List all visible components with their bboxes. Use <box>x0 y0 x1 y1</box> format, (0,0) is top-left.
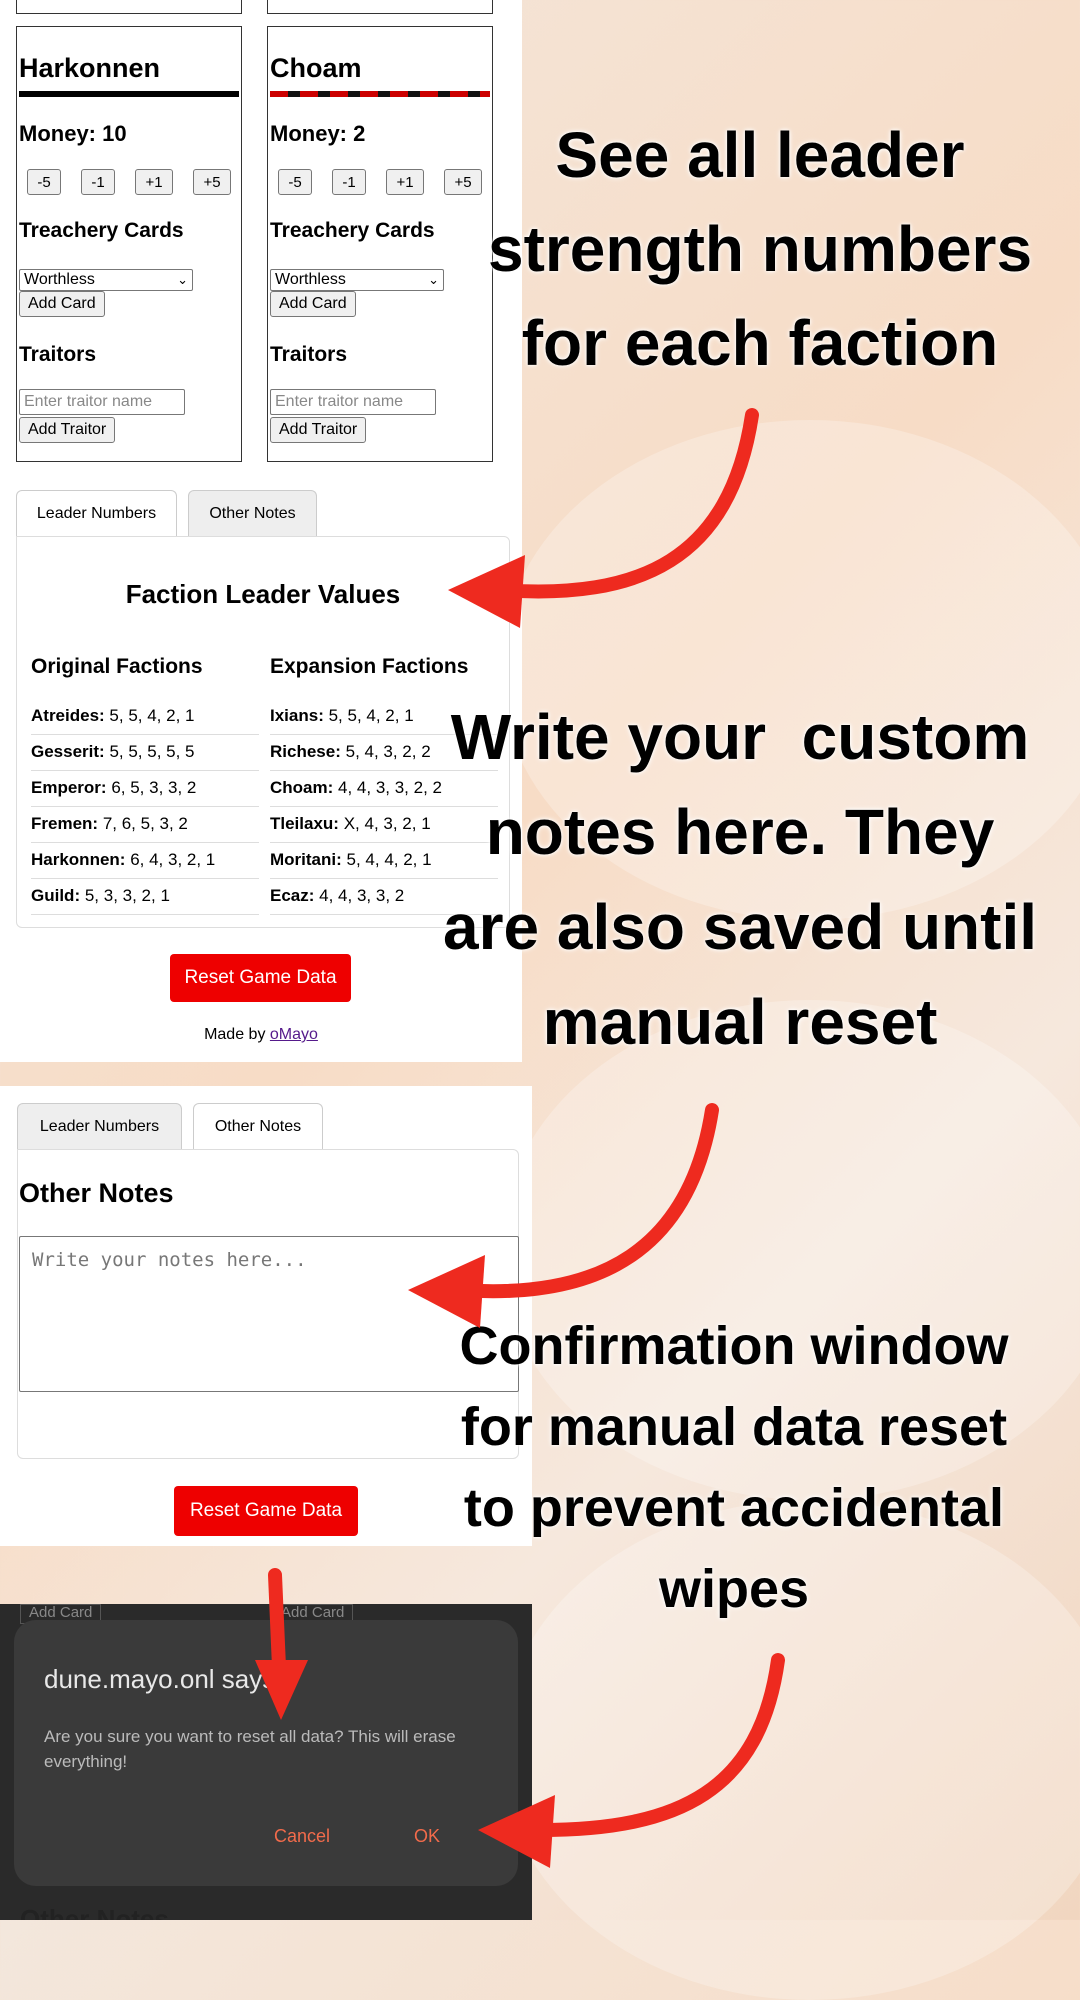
arrow-to-ok-button-icon <box>533 1653 785 1837</box>
annotation-arrows <box>255 408 785 1868</box>
arrow-to-notes-icon <box>453 1103 719 1299</box>
arrowhead-icon <box>255 1660 308 1720</box>
arrowhead-icon <box>448 555 525 628</box>
arrow-to-leader-values-icon <box>493 408 759 599</box>
arrowhead-icon <box>408 1255 485 1328</box>
arrowhead-icon <box>478 1795 555 1868</box>
